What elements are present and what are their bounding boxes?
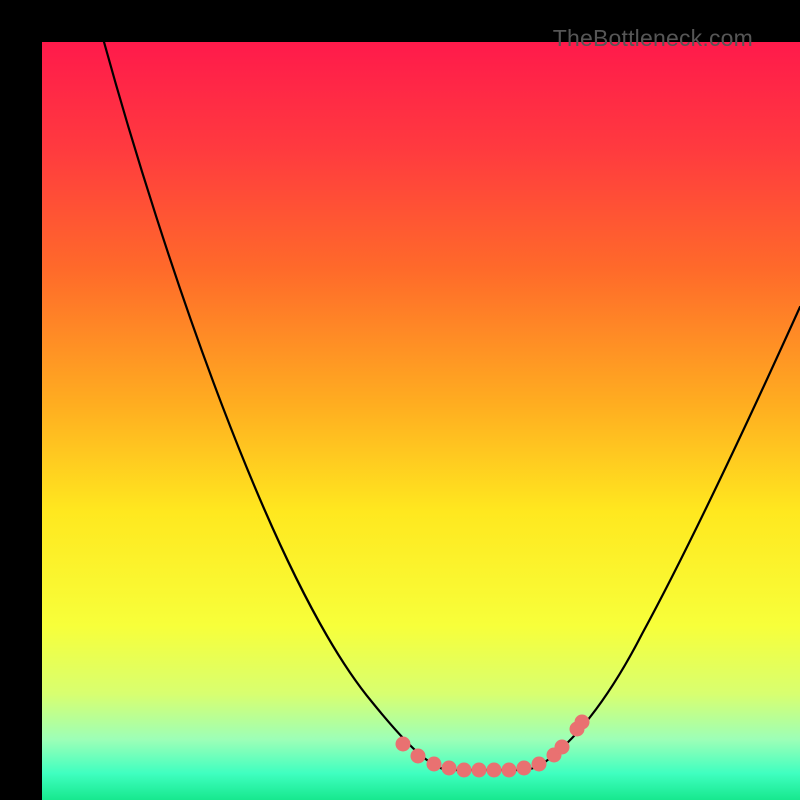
watermark-text: TheBottleneck.com: [553, 25, 753, 52]
data-marker: [396, 737, 411, 752]
chart-svg: [42, 42, 800, 800]
data-marker: [442, 761, 457, 776]
data-marker: [427, 757, 442, 772]
data-marker: [532, 757, 547, 772]
chart-frame: TheBottleneck.com: [0, 0, 800, 800]
data-marker: [487, 763, 502, 778]
data-marker: [472, 763, 487, 778]
data-marker: [457, 763, 472, 778]
gradient-background: [42, 42, 800, 800]
data-marker: [411, 749, 426, 764]
plot-area: [42, 42, 800, 800]
data-marker: [555, 740, 570, 755]
data-marker: [517, 761, 532, 776]
data-marker: [575, 715, 590, 730]
data-marker: [502, 763, 517, 778]
